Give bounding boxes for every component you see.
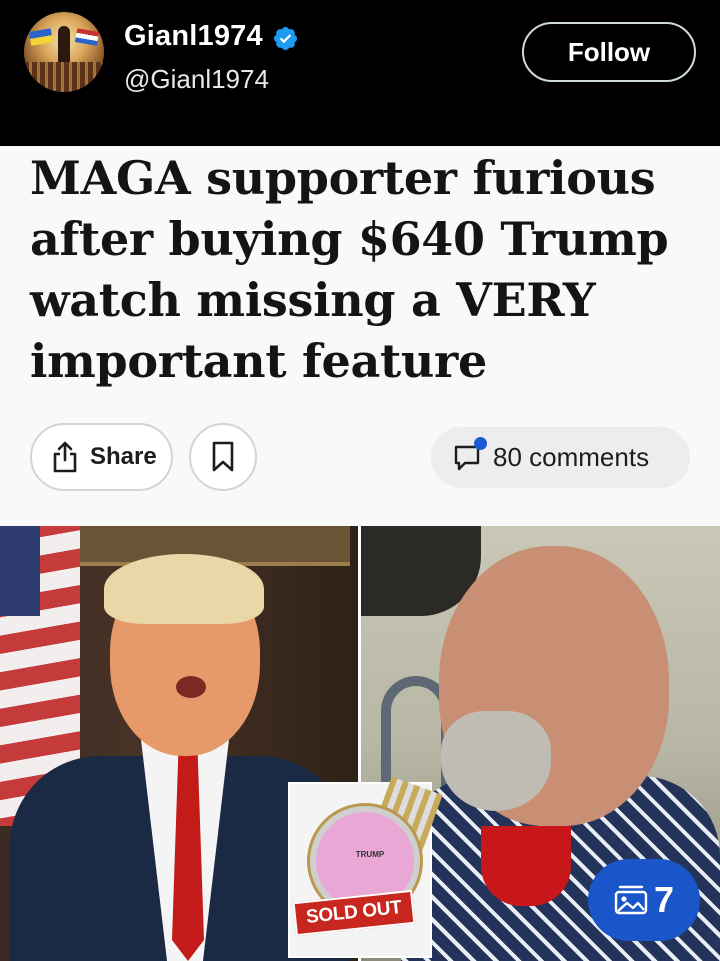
- article-card[interactable]: MAGA supporter furious after buying $640…: [0, 146, 720, 526]
- avatar-figure: [58, 26, 70, 66]
- watch-brand: TRUMP: [355, 850, 385, 859]
- verified-badge-icon: [273, 26, 298, 51]
- article-image[interactable]: TRUMP SOLD OUT 7: [0, 526, 720, 961]
- gallery-count: 7: [653, 879, 675, 920]
- avatar-crowd: [24, 62, 104, 92]
- display-name[interactable]: Gianl1974: [124, 20, 263, 53]
- user-handle[interactable]: @Gianl1974: [124, 64, 269, 95]
- avatar-flag-right: [74, 28, 100, 46]
- comment-bubble-icon: [453, 436, 487, 473]
- share-icon: [53, 441, 77, 473]
- bookmark-icon: [212, 441, 234, 472]
- bookmark-button[interactable]: [189, 423, 257, 491]
- article-headline[interactable]: MAGA supporter furious after buying $640…: [30, 148, 690, 392]
- comments-button[interactable]: 80 comments: [431, 427, 690, 488]
- post-header: Gianl1974 @Gianl1974 Follow: [0, 0, 720, 146]
- avatar[interactable]: [24, 12, 104, 92]
- sold-out-stamp: SOLD OUT: [292, 889, 416, 937]
- notification-dot: [474, 436, 487, 450]
- share-button[interactable]: Share: [30, 423, 173, 491]
- red-undershirt: [481, 826, 571, 906]
- follow-button[interactable]: Follow: [522, 22, 696, 82]
- avatar-flag-left: [28, 28, 54, 46]
- hair: [104, 554, 264, 624]
- comments-count: 80 comments: [493, 442, 650, 472]
- mouth: [176, 676, 206, 698]
- beard: [441, 711, 551, 811]
- photo-gallery-icon: [614, 885, 648, 915]
- share-label: Share: [90, 443, 157, 470]
- gallery-count-badge[interactable]: 7: [588, 859, 700, 941]
- watch-inset-image: TRUMP SOLD OUT: [288, 776, 443, 958]
